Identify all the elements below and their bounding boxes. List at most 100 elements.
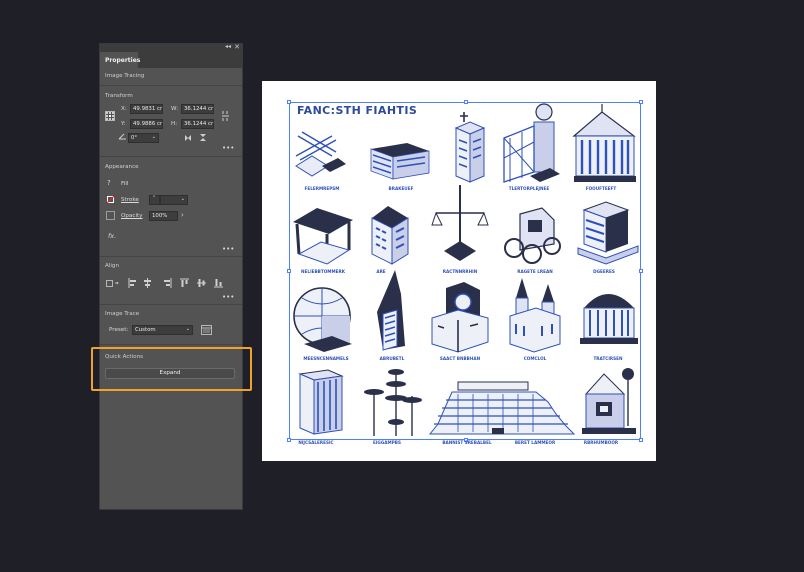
divider bbox=[100, 156, 242, 157]
divider bbox=[100, 85, 242, 86]
chevron-right-icon[interactable]: › bbox=[181, 211, 184, 219]
image-trace-panel-icon[interactable] bbox=[201, 325, 212, 335]
caption: TRATCIRSEN bbox=[593, 356, 623, 361]
image-trace-section-title: Image Trace bbox=[105, 311, 140, 317]
panel-tab-bar: Properties bbox=[100, 52, 242, 68]
height-field[interactable]: 36.1244 cr bbox=[181, 119, 214, 129]
appearance-section-title: Appearance bbox=[105, 164, 139, 170]
stepper-arrows-icon: ⌃ bbox=[152, 195, 157, 201]
divider bbox=[100, 304, 242, 305]
width-field[interactable]: 36.1244 cr bbox=[181, 104, 214, 114]
building-illustration bbox=[295, 131, 346, 177]
y-field[interactable]: 49.9886 cr bbox=[130, 119, 163, 129]
building-illustration bbox=[293, 287, 352, 352]
x-label: X: bbox=[121, 106, 127, 112]
building-illustration bbox=[509, 278, 561, 353]
align-section-title: Align bbox=[105, 263, 120, 269]
align-left-icon[interactable] bbox=[128, 278, 137, 288]
building-illustration bbox=[572, 104, 636, 182]
opacity-field[interactable]: 100% bbox=[149, 211, 178, 221]
reference-point-icon[interactable] bbox=[105, 111, 115, 121]
flip-horizontal-icon[interactable] bbox=[184, 133, 192, 141]
caption: FELERMREPSM bbox=[304, 186, 340, 191]
building-illustration bbox=[431, 282, 489, 353]
fill-label: Fill bbox=[121, 181, 129, 187]
preset-value: Custom bbox=[135, 327, 156, 333]
align-vertical-center-icon[interactable] bbox=[197, 278, 206, 288]
rotation-field[interactable]: 0° ⌄ bbox=[128, 133, 159, 143]
caption: BANNIST SREBALBEL bbox=[442, 440, 492, 445]
caption: BERET LAMMEOR bbox=[514, 440, 556, 445]
close-panel-icon[interactable]: ✕ bbox=[234, 43, 240, 51]
resize-handle[interactable] bbox=[639, 269, 643, 273]
building-illustration bbox=[364, 369, 422, 436]
flip-vertical-icon[interactable] bbox=[199, 133, 207, 142]
x-field[interactable]: 49.9831 cr bbox=[130, 104, 163, 114]
building-illustration bbox=[428, 381, 576, 435]
building-illustration bbox=[377, 270, 405, 351]
chevron-down-icon: ⌄ bbox=[151, 134, 156, 140]
caption: RACTNNRRHIN bbox=[442, 269, 478, 274]
divider bbox=[100, 256, 242, 257]
caption: EIGGAMPBS bbox=[373, 440, 401, 445]
building-illustration bbox=[454, 112, 486, 183]
preset-label: Preset: bbox=[109, 327, 129, 333]
resize-handle[interactable] bbox=[464, 100, 468, 104]
opacity-label[interactable]: Opacity bbox=[121, 213, 143, 219]
panel-title-bar: ◂◂ ✕ bbox=[100, 43, 242, 52]
preset-select[interactable]: Custom ⌄ bbox=[132, 325, 193, 335]
caption: BRAKEUEF bbox=[388, 186, 414, 191]
building-illustration bbox=[582, 368, 636, 434]
align-to-selection-icon[interactable] bbox=[106, 279, 120, 288]
rotate-icon bbox=[118, 133, 126, 140]
caption: ABRUBETL bbox=[379, 356, 405, 361]
align-bottom-icon[interactable] bbox=[214, 278, 223, 288]
building-illustration bbox=[293, 208, 353, 265]
caption: TLERTORPLEJNEE bbox=[508, 186, 550, 191]
fill-swatch-icon[interactable]: ? bbox=[107, 179, 111, 187]
h-label: H: bbox=[171, 121, 178, 127]
stroke-swatch-icon[interactable] bbox=[106, 195, 115, 204]
building-illustration bbox=[370, 143, 430, 180]
transform-section-title: Transform bbox=[105, 93, 133, 99]
stroke-weight-field[interactable]: ⌄ bbox=[160, 195, 188, 205]
building-illustration bbox=[577, 201, 639, 265]
chevron-down-icon: ⌄ bbox=[180, 196, 185, 202]
fx-effects-icon[interactable]: fx. bbox=[108, 232, 116, 240]
w-label: W: bbox=[171, 106, 179, 112]
caption: MEESNCENNAMELS bbox=[303, 356, 349, 361]
caption: RAGETE LREAN bbox=[517, 269, 553, 274]
stroke-label[interactable]: Stroke bbox=[121, 197, 139, 203]
caption: FOOUFTEEFT bbox=[585, 186, 617, 191]
caption: RBRHUMBOOR bbox=[583, 440, 619, 445]
divider bbox=[100, 344, 242, 345]
chevron-down-icon: ⌄ bbox=[185, 326, 190, 332]
appearance-more-options[interactable]: ••• bbox=[222, 245, 234, 253]
building-illustration bbox=[504, 207, 561, 264]
building-illustration bbox=[371, 206, 409, 265]
building-illustration bbox=[431, 185, 489, 261]
caption: DGEERES bbox=[593, 269, 615, 274]
quick-actions-highlight bbox=[91, 347, 252, 391]
y-label: Y: bbox=[121, 121, 126, 127]
caption: NIJCSALERESIC bbox=[298, 440, 334, 445]
opacity-icon bbox=[106, 211, 115, 220]
context-label: Image Tracing bbox=[105, 73, 145, 79]
align-right-icon[interactable] bbox=[163, 278, 172, 288]
building-illustration bbox=[298, 369, 344, 435]
caption: SAACT BNBBHAN bbox=[439, 356, 481, 361]
align-more-options[interactable]: ••• bbox=[222, 293, 234, 301]
tab-properties[interactable]: Properties bbox=[100, 52, 140, 68]
transform-more-options[interactable]: ••• bbox=[222, 144, 234, 152]
stroke-weight-stepper[interactable]: ⌃ bbox=[149, 195, 160, 205]
caption: ARE bbox=[376, 269, 386, 274]
align-horizontal-center-icon[interactable] bbox=[143, 278, 152, 288]
align-top-icon[interactable] bbox=[180, 278, 189, 288]
building-illustration bbox=[503, 103, 560, 183]
resize-handle[interactable] bbox=[287, 100, 291, 104]
constrain-proportions-icon[interactable] bbox=[221, 110, 230, 122]
building-illustration bbox=[580, 294, 638, 344]
collapse-panel-icon[interactable]: ◂◂ bbox=[225, 43, 231, 50]
rotation-value: 0° bbox=[131, 135, 138, 141]
caption: COMCLOL bbox=[523, 356, 547, 361]
